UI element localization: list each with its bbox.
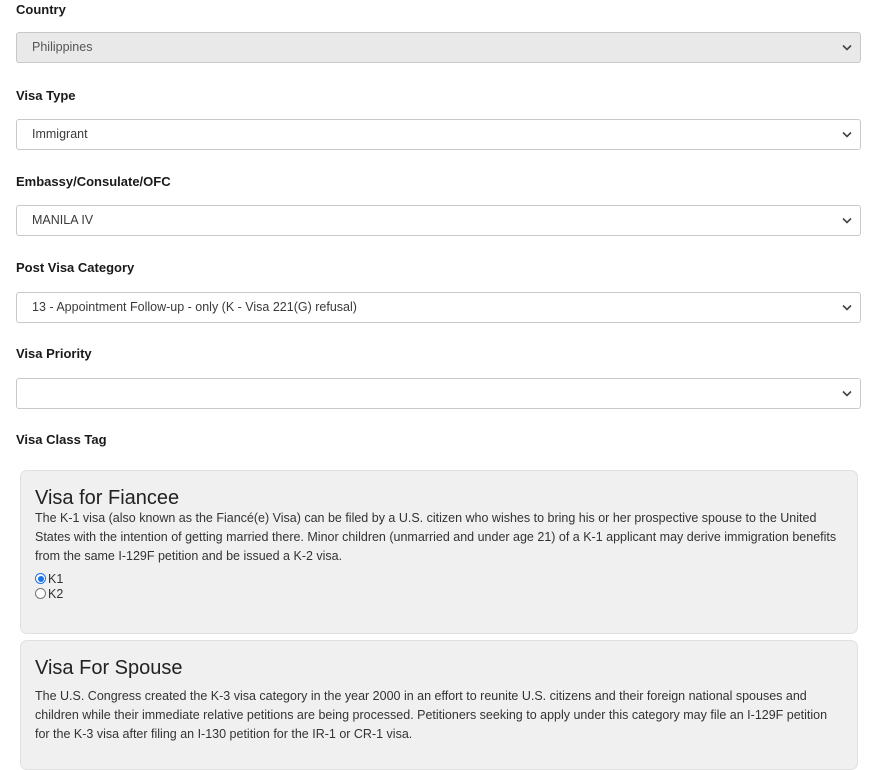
chevron-down-icon	[840, 206, 854, 235]
chevron-down-icon	[840, 120, 854, 149]
visa-type-select[interactable]: Immigrant	[16, 119, 861, 150]
post-visa-category-select[interactable]: 13 - Appointment Follow-up - only (K - V…	[16, 292, 861, 323]
visa-priority-label: Visa Priority	[16, 346, 92, 361]
chevron-down-icon	[840, 33, 854, 62]
card-title: Visa For Spouse	[35, 657, 183, 679]
chevron-down-icon	[840, 379, 854, 408]
k1-radio-label: K1	[48, 571, 64, 586]
radio-unchecked-icon[interactable]	[35, 588, 46, 599]
country-select-value: Philippines	[32, 40, 93, 54]
visa-class-tag-label: Visa Class Tag	[16, 432, 107, 447]
embassy-label: Embassy/Consulate/OFC	[16, 174, 171, 189]
country-select[interactable]: Philippines	[16, 32, 861, 63]
radio-checked-icon[interactable]	[35, 573, 46, 584]
visa-spouse-card: Visa For Spouse The U.S. Congress create…	[20, 640, 858, 770]
k1-radio-option[interactable]: K1	[35, 571, 843, 586]
post-visa-category-label: Post Visa Category	[16, 260, 135, 275]
card-title: Visa for Fiancee	[35, 487, 180, 509]
k2-radio-label: K2	[48, 586, 64, 601]
card-description: The K-1 visa (also known as the Fiancé(e…	[35, 511, 837, 563]
post-visa-category-select-value: 13 - Appointment Follow-up - only (K - V…	[32, 300, 357, 314]
visa-type-label: Visa Type	[16, 88, 76, 103]
k2-radio-option[interactable]: K2	[35, 586, 843, 601]
visa-priority-select[interactable]	[16, 378, 861, 409]
visa-type-select-value: Immigrant	[32, 127, 88, 141]
embassy-select[interactable]: MANILA IV	[16, 205, 861, 236]
chevron-down-icon	[840, 293, 854, 322]
visa-fiancee-card: Visa for Fiancee The K-1 visa (also know…	[20, 470, 858, 634]
card-description: The U.S. Congress created the K-3 visa c…	[35, 689, 828, 741]
embassy-select-value: MANILA IV	[32, 213, 94, 227]
country-label: Country	[16, 2, 66, 17]
